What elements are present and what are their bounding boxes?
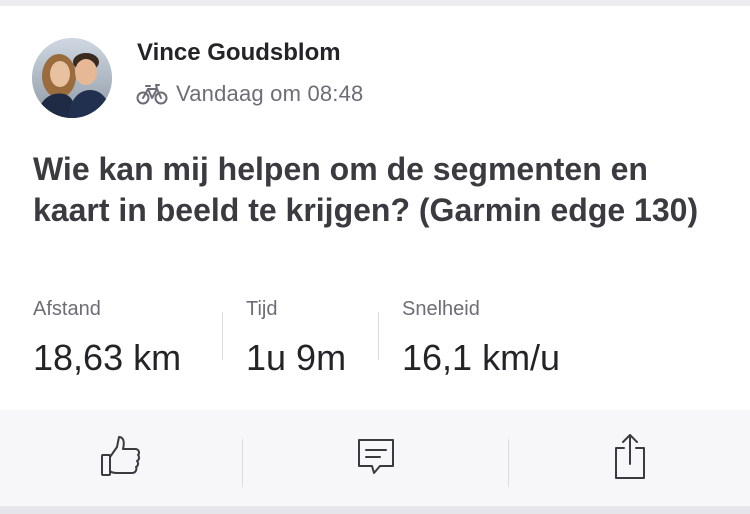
athlete-name[interactable]: Vince Goudsblom [137,39,341,67]
kudos-button[interactable] [0,410,242,506]
share-icon [612,432,648,485]
stat-label: Afstand [33,298,101,320]
stat-value: 1u 9m [246,337,347,378]
avatar[interactable] [32,38,112,118]
bottom-separator [0,506,750,514]
stat-value: 16,1 km/u [402,337,561,378]
stat-speed: Snelheid 16,1 km/u [402,298,560,379]
comment-button[interactable] [243,410,508,506]
stat-value: 18,63 km [33,337,182,378]
bike-icon [136,83,168,105]
stat-label: Tijd [246,298,278,320]
activity-timestamp: Vandaag om 08:48 [176,81,364,106]
activity-title[interactable]: Wie kan mij helpen om de segmenten en ka… [33,149,713,231]
activity-card[interactable]: Vince Goudsblom Vandaag om 08:48 Wie kan… [0,6,750,506]
stat-label: Snelheid [402,298,480,320]
activity-meta: Vandaag om 08:48 [136,79,364,109]
comment-icon [356,436,396,481]
stat-distance: Afstand 18,63 km [33,298,181,379]
stat-divider [378,312,379,360]
action-bar [0,410,750,506]
stat-divider [222,312,223,360]
thumbs-up-icon [99,433,143,484]
stat-time: Tijd 1u 9m [246,298,346,379]
share-button[interactable] [509,410,750,506]
